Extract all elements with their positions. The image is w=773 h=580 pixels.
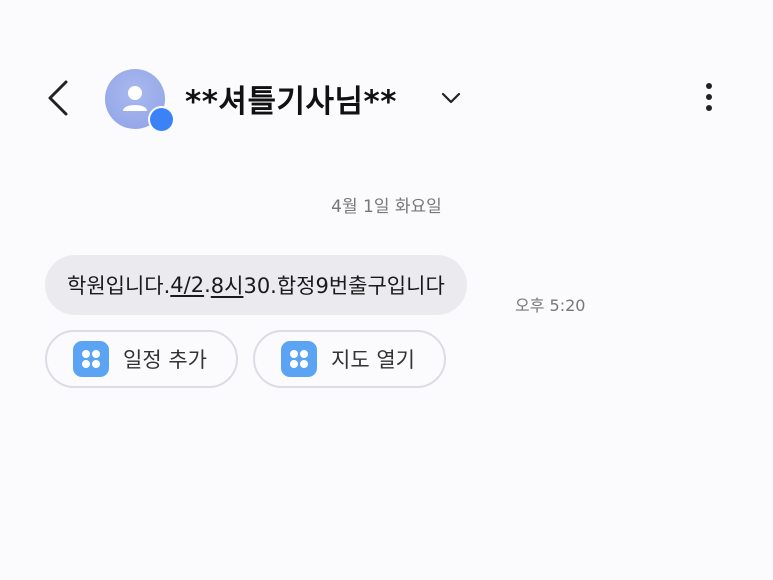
- contact-name[interactable]: **셔틀기사님**: [185, 76, 397, 121]
- message-timestamp: 오후 5:20: [515, 296, 586, 315]
- app-grid-icon: [281, 341, 317, 377]
- chevron-left-icon: [48, 80, 68, 116]
- date-separator: 4월 1일 화요일: [331, 197, 442, 217]
- message-bubble[interactable]: 학원입니다. 4/2. 8시 30.합정9번출구입니다: [45, 255, 467, 315]
- more-vertical-icon: [696, 83, 722, 111]
- message-badge: [148, 106, 175, 133]
- message-text: .: [204, 273, 211, 297]
- back-button[interactable]: [40, 76, 80, 120]
- time-link[interactable]: 8시: [211, 270, 244, 300]
- open-map-label: 지도 열기: [331, 348, 415, 372]
- open-map-button[interactable]: 지도 열기: [253, 330, 446, 388]
- message-text: 학원입니다.: [67, 274, 171, 298]
- date-link[interactable]: 4/2: [170, 273, 204, 297]
- conversation-header: **셔틀기사님**: [0, 0, 773, 200]
- message-text: 30.합정9번출구입니다: [243, 274, 445, 298]
- app-grid-icon: [73, 341, 109, 377]
- chat-bubble-icon: [155, 114, 168, 127]
- more-options-button[interactable]: [696, 78, 722, 120]
- add-schedule-button[interactable]: 일정 추가: [45, 330, 238, 388]
- chevron-down-icon: [441, 92, 461, 104]
- expand-contact-button[interactable]: [440, 88, 462, 108]
- add-schedule-label: 일정 추가: [123, 348, 207, 372]
